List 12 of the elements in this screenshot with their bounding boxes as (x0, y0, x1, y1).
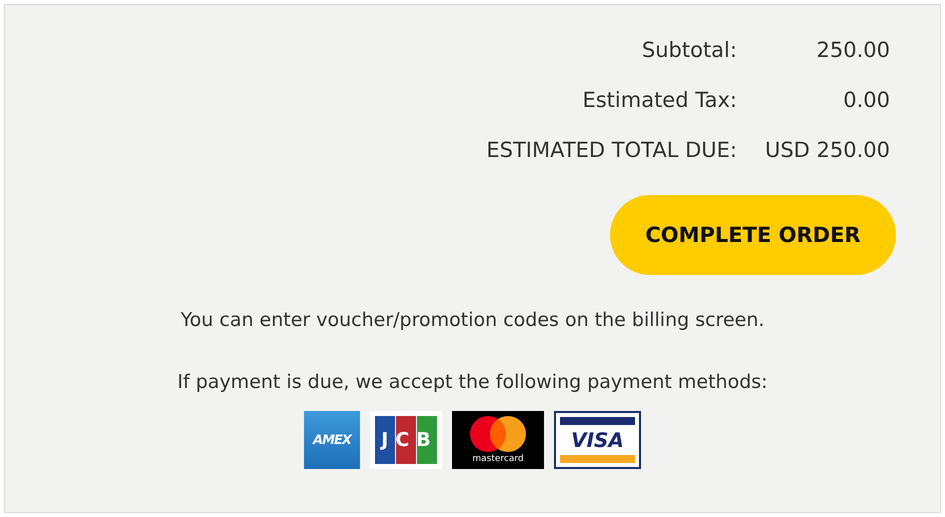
complete-order-button[interactable]: COMPLETE ORDER (610, 195, 896, 275)
visa-logo: VISA (554, 411, 641, 469)
total-label: Subtotal: (642, 37, 737, 64)
amex-logo: AMEX (304, 411, 360, 469)
total-label: ESTIMATED TOTAL DUE: (486, 137, 737, 164)
info-text: You can enter voucher/promotion codes on the billing screen. (180, 309, 766, 331)
mastercard-logo: mastercard (452, 411, 544, 469)
info-text: If payment is due, we accept the following payment methods: (176, 371, 769, 393)
total-value: USD 250.00 (764, 137, 890, 164)
total-value: 0.00 (843, 87, 890, 114)
total-value: 250.00 (816, 37, 890, 64)
total-label: Estimated Tax: (582, 87, 737, 114)
